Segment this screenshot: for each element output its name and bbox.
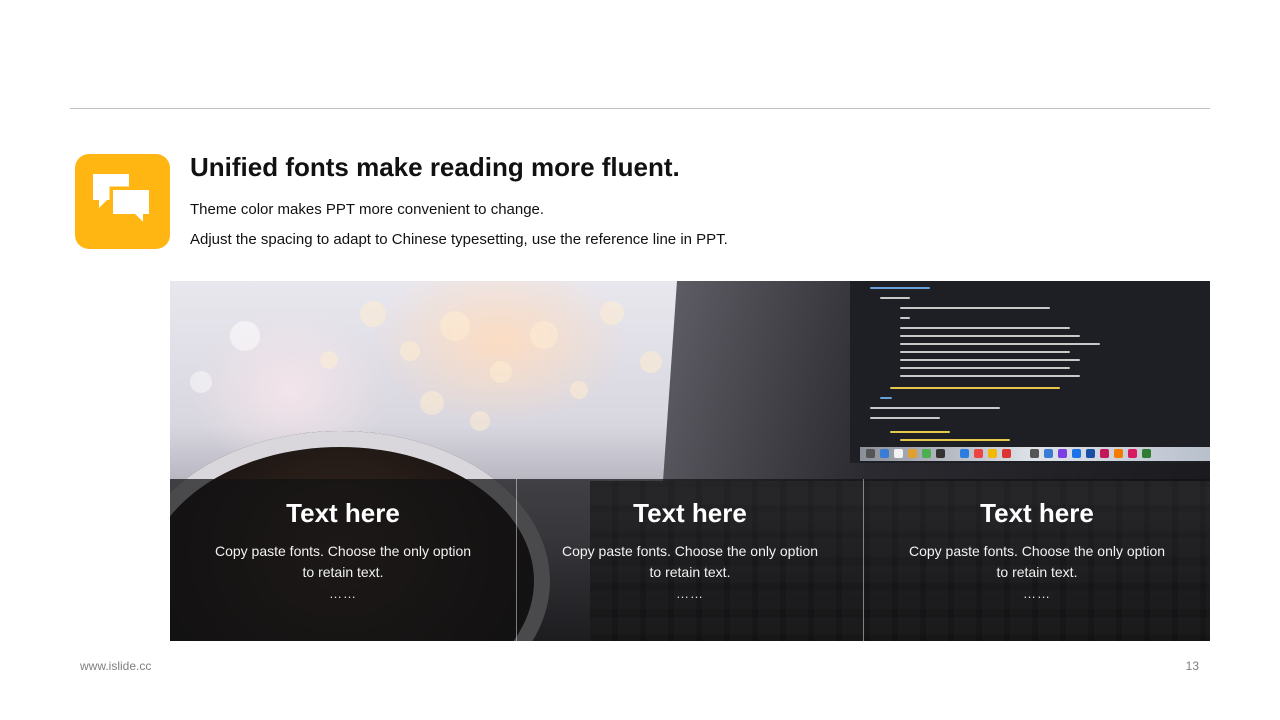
column-title: Text here: [633, 498, 747, 528]
column-body: Copy paste fonts. Choose the only option…: [561, 543, 819, 580]
feature-column: Text here Copy paste fonts. Choose the o…: [863, 479, 1210, 641]
column-ellipsis: ……: [1023, 586, 1051, 601]
slide-subtitle-2: Adjust the spacing to adapt to Chinese t…: [190, 231, 728, 248]
column-ellipsis: ……: [676, 586, 704, 601]
column-body: Copy paste fonts. Choose the only option…: [908, 543, 1166, 580]
top-divider: [70, 108, 1210, 109]
slide-subtitle-1: Theme color makes PPT more convenient to…: [190, 201, 545, 218]
feature-column: Text here Copy paste fonts. Choose the o…: [516, 479, 863, 641]
feature-column: Text here Copy paste fonts. Choose the o…: [170, 479, 516, 641]
column-body: Copy paste fonts. Choose the only option…: [214, 543, 472, 580]
column-title: Text here: [286, 498, 400, 528]
chat-bubbles-icon: [75, 154, 170, 249]
slide-heading: Unified fonts make reading more fluent.: [190, 152, 680, 182]
page-number: 13: [1185, 659, 1199, 673]
feature-columns-overlay: Text here Copy paste fonts. Choose the o…: [170, 479, 1210, 641]
column-title: Text here: [980, 498, 1094, 528]
footer-website: www.islide.cc: [80, 659, 152, 673]
column-ellipsis: ……: [329, 586, 357, 601]
